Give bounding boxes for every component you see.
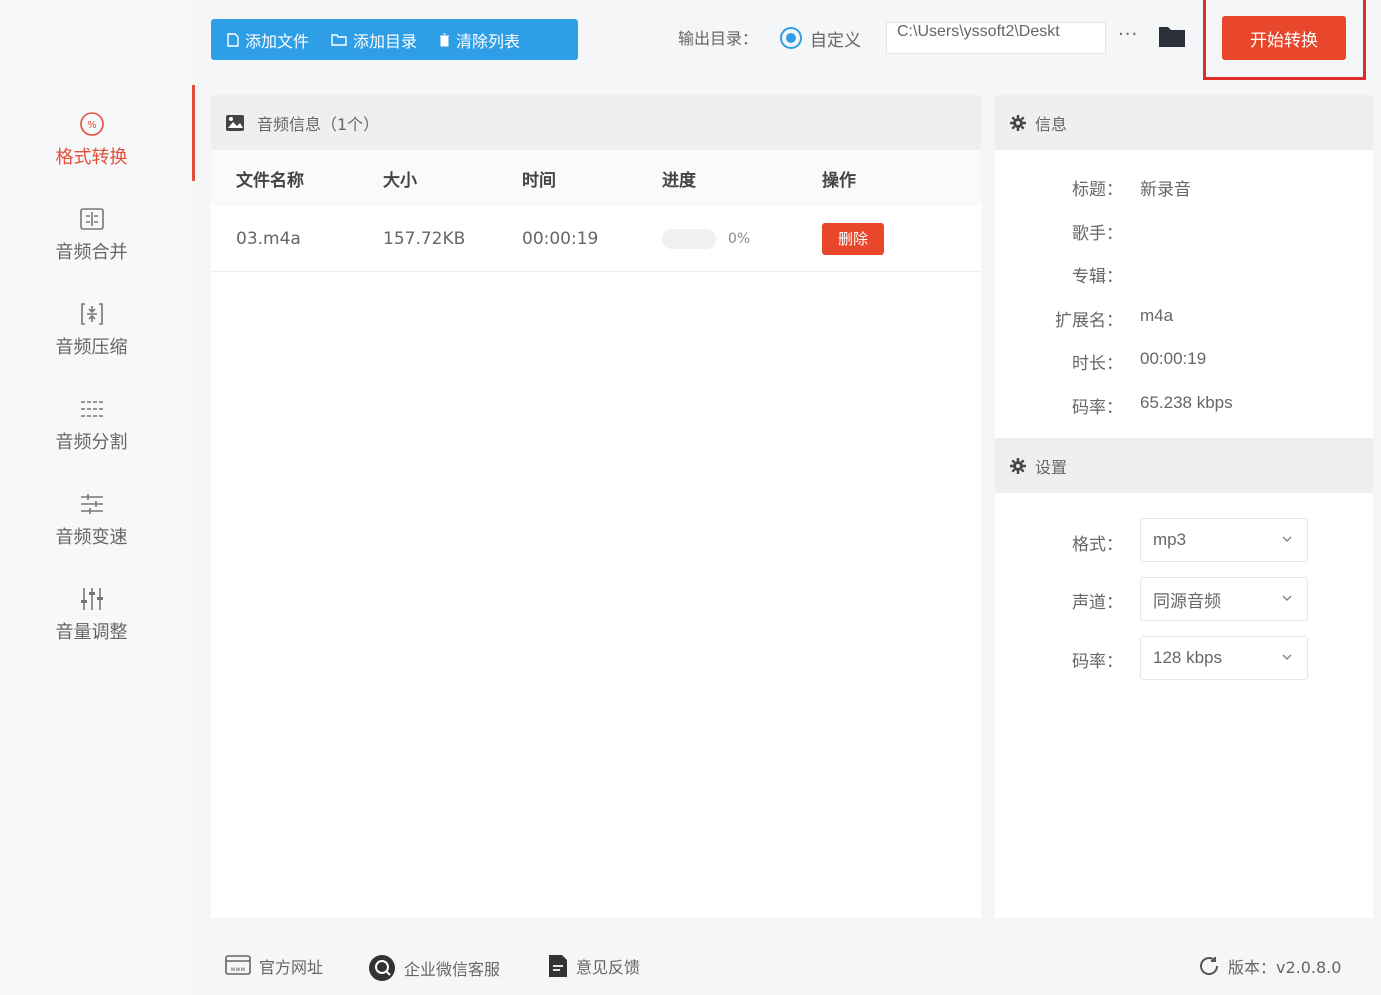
wechat-support-icon bbox=[369, 955, 395, 981]
wechat-support-link[interactable]: 企业微信客服 bbox=[368, 954, 500, 982]
column-header-action: 操作 bbox=[822, 170, 856, 191]
bitrate-select-value: 128 kbps bbox=[1153, 648, 1222, 667]
file-size: 157.72KB bbox=[383, 228, 466, 249]
sidebar-item-label: 音频分割 bbox=[55, 432, 128, 453]
annotation-highlight-box bbox=[1203, 0, 1366, 80]
field-value: 65.238 kbps bbox=[1140, 393, 1233, 412]
info-panel: 信息 标题： 新录音 歌手： 专辑： 扩展名： m4a 时长： 00:00:19… bbox=[995, 95, 1373, 438]
field-value: 新录音 bbox=[1140, 180, 1191, 199]
settings-title: 设置 bbox=[1035, 457, 1068, 477]
refresh-icon bbox=[1200, 957, 1219, 975]
table-header: 文件名称 大小 时间 进度 操作 bbox=[211, 150, 981, 206]
output-path-field[interactable]: C:\Users\yssoft2\Deskt bbox=[886, 22, 1106, 54]
field-label: 扩展名： bbox=[1055, 311, 1123, 331]
column-header-name: 文件名称 bbox=[236, 170, 304, 191]
file-duration: 00:00:19 bbox=[522, 228, 599, 249]
column-header-size: 大小 bbox=[383, 170, 417, 191]
output-dir-label: 输出目录： bbox=[678, 29, 759, 48]
field-label: 声道： bbox=[1072, 593, 1123, 613]
official-website-label: 官方网址 bbox=[259, 958, 324, 977]
file-list-title: 音频信息（1个） bbox=[257, 114, 380, 134]
bitrate-select[interactable]: 128 kbps bbox=[1140, 636, 1308, 680]
column-header-progress: 进度 bbox=[662, 170, 696, 191]
add-folder-button[interactable]: 添加目录 bbox=[331, 28, 417, 52]
browse-more-button[interactable]: ··· bbox=[1118, 24, 1138, 45]
info-title: 信息 bbox=[1035, 114, 1068, 134]
field-label: 专辑： bbox=[1072, 267, 1123, 287]
sidebar-item-audio-merge[interactable]: 音频合并 bbox=[0, 190, 183, 280]
add-file-label: 添加文件 bbox=[245, 31, 310, 51]
sidebar: % 格式转换 音频合并 音频压缩 音频分割 音频变速 音量调整 bbox=[0, 0, 193, 995]
wechat-support-label: 企业微信客服 bbox=[404, 960, 501, 979]
clear-list-button[interactable]: 清除列表 bbox=[439, 28, 520, 52]
sidebar-item-audio-compress[interactable]: 音频压缩 bbox=[0, 285, 183, 375]
column-header-time: 时间 bbox=[522, 170, 556, 191]
sidebar-item-label: 音量调整 bbox=[55, 622, 128, 643]
custom-output-radio[interactable] bbox=[780, 27, 802, 49]
sidebar-item-label: 音频合并 bbox=[55, 242, 128, 263]
sidebar-item-label: 音频变速 bbox=[55, 527, 128, 548]
sidebar-item-label: 格式转换 bbox=[55, 147, 128, 168]
custom-output-label[interactable]: 自定义 bbox=[810, 26, 861, 51]
chevron-down-icon bbox=[1282, 654, 1292, 661]
open-folder-icon[interactable] bbox=[1158, 24, 1186, 52]
sidebar-item-audio-speed[interactable]: 音频变速 bbox=[0, 475, 183, 565]
folder-outline-icon bbox=[331, 34, 347, 46]
file-list-header: 音频信息（1个） bbox=[211, 95, 981, 150]
sidebar-item-audio-split[interactable]: 音频分割 bbox=[0, 380, 183, 470]
clear-list-label: 清除列表 bbox=[456, 31, 521, 51]
file-icon bbox=[227, 32, 239, 47]
progress-bar bbox=[662, 228, 716, 249]
chevron-down-icon bbox=[1282, 595, 1292, 602]
settings-header: 设置 bbox=[995, 438, 1373, 493]
feedback-label: 意见反馈 bbox=[576, 958, 641, 977]
footer: www 官方网址 企业微信客服 意见反馈 版本：v2.0.8.0 bbox=[193, 940, 1381, 995]
field-value: m4a bbox=[1140, 306, 1174, 325]
sidebar-item-format-convert[interactable]: % 格式转换 bbox=[0, 95, 183, 185]
trash-icon bbox=[440, 33, 450, 46]
website-icon: www bbox=[225, 955, 251, 975]
info-header: 信息 bbox=[995, 95, 1373, 150]
field-value: 00:00:19 bbox=[1140, 349, 1207, 368]
image-icon bbox=[226, 114, 244, 131]
active-indicator bbox=[192, 85, 195, 181]
format-convert-icon: % bbox=[79, 111, 105, 137]
file-name: 03.m4a bbox=[236, 228, 301, 249]
file-list-panel: 音频信息（1个） 文件名称 大小 时间 进度 操作 03.m4a 157.72K… bbox=[211, 95, 981, 918]
gear-icon bbox=[1010, 114, 1026, 131]
delete-button[interactable]: 删除 bbox=[822, 222, 884, 255]
svg-text:www: www bbox=[231, 966, 246, 973]
field-label: 标题： bbox=[1072, 180, 1123, 200]
channel-select[interactable]: 同源音频 bbox=[1140, 577, 1308, 621]
channel-select-value: 同源音频 bbox=[1153, 591, 1221, 611]
settings-panel: 设置 格式： mp3 声道： 同源音频 码率： 128 kbps bbox=[995, 438, 1373, 918]
audio-merge-icon bbox=[79, 206, 105, 232]
chevron-down-icon bbox=[1282, 536, 1292, 543]
field-label: 码率： bbox=[1072, 652, 1123, 672]
feedback-link[interactable]: 意见反馈 bbox=[548, 954, 640, 978]
file-button-group: 添加文件 添加目录 清除列表 bbox=[211, 19, 578, 60]
sidebar-item-volume-adjust[interactable]: 音量调整 bbox=[0, 570, 183, 660]
sidebar-item-label: 音频压缩 bbox=[55, 337, 128, 358]
format-select-value: mp3 bbox=[1153, 530, 1187, 549]
add-folder-label: 添加目录 bbox=[353, 31, 418, 51]
audio-compress-icon bbox=[79, 301, 105, 327]
version-info[interactable]: 版本：v2.0.8.0 bbox=[1198, 954, 1341, 978]
field-label: 歌手： bbox=[1072, 224, 1123, 244]
progress-text: 0% bbox=[728, 230, 751, 247]
feedback-icon bbox=[549, 955, 567, 977]
field-label: 时长： bbox=[1072, 354, 1123, 374]
field-label: 格式： bbox=[1072, 535, 1123, 555]
field-label: 码率： bbox=[1072, 398, 1123, 418]
format-select[interactable]: mp3 bbox=[1140, 518, 1308, 562]
table-row[interactable]: 03.m4a 157.72KB 00:00:19 0% 删除 bbox=[211, 206, 981, 272]
audio-split-icon bbox=[79, 396, 105, 422]
add-file-button[interactable]: 添加文件 bbox=[227, 28, 309, 52]
audio-speed-icon bbox=[79, 491, 105, 517]
official-website-link[interactable]: www 官方网址 bbox=[225, 954, 323, 978]
svg-text:%: % bbox=[87, 120, 97, 131]
volume-adjust-icon bbox=[79, 586, 105, 612]
gear-icon bbox=[1010, 457, 1026, 474]
version-label: 版本：v2.0.8.0 bbox=[1228, 958, 1342, 977]
